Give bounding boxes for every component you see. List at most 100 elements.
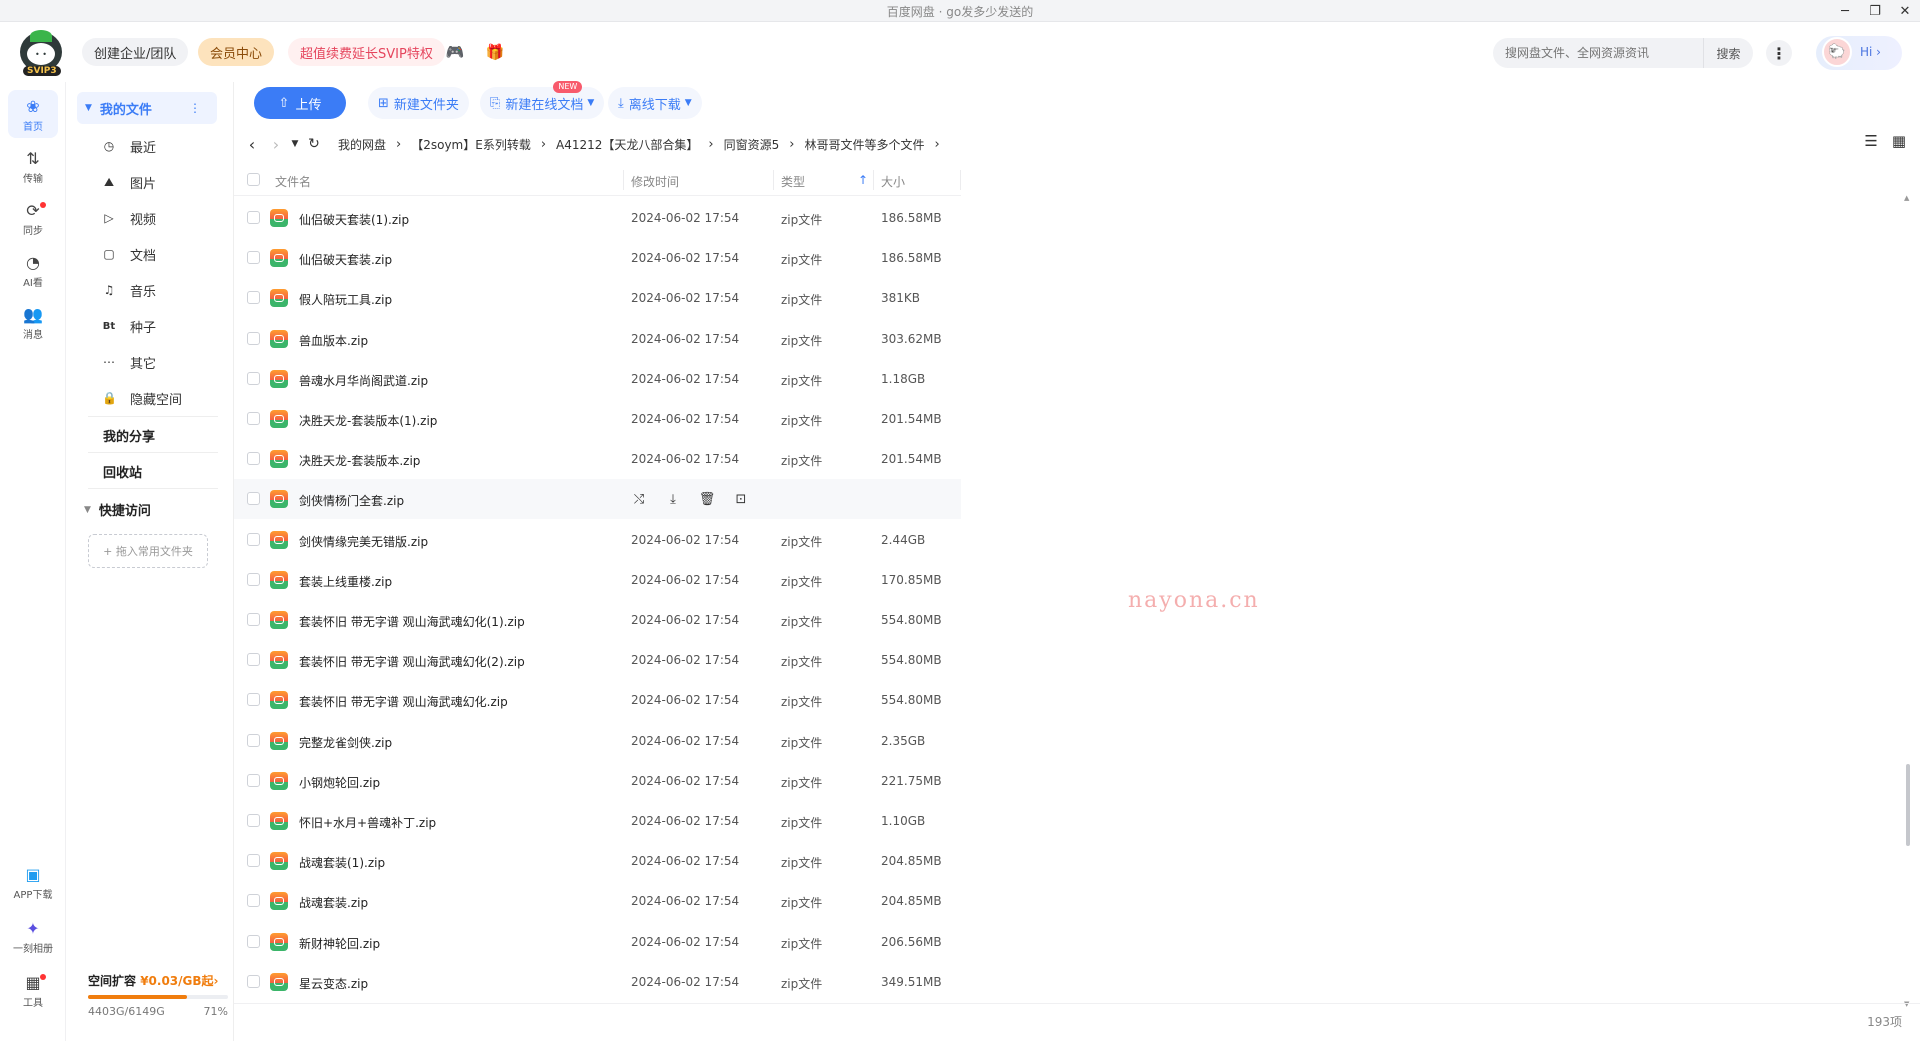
file-name[interactable]: 假人陪玩工具.zip [299, 291, 392, 308]
row-checkbox[interactable] [247, 251, 260, 265]
row-checkbox[interactable] [247, 733, 260, 747]
file-name[interactable]: 新财神轮回.zip [299, 935, 380, 952]
table-row[interactable]: 套装上线重楼.zip 2024-06-02 17:54 zip文件 170.85MB [234, 560, 961, 600]
table-row[interactable]: 决胜天龙-套装版本.zip 2024-06-02 17:54 zip文件 201.54… [234, 439, 961, 479]
row-checkbox[interactable] [247, 693, 260, 707]
row-checkbox[interactable] [247, 532, 260, 546]
row-checkbox[interactable] [247, 854, 260, 868]
file-name[interactable]: 决胜天龙-套装版本(1).zip [299, 412, 437, 429]
breadcrumb-item[interactable]: 同窗资源5 [724, 136, 780, 153]
sort-asc-icon[interactable]: ↑ [858, 173, 868, 187]
nav-item-music[interactable]: ♫ 音乐 [102, 276, 156, 304]
grid-view-icon[interactable]: ▦ [1892, 132, 1906, 150]
quick-access-toggle[interactable]: ▼ 快捷访问 [84, 500, 151, 519]
file-name[interactable]: 套装怀旧 带无字谱 观山海武魂幻化(2).zip [299, 653, 525, 670]
file-name[interactable]: 战魂套装.zip [299, 894, 368, 911]
table-row[interactable]: 仙侣破天套装.zip 2024-06-02 17:54 zip文件 186.58MB [234, 238, 961, 278]
svip-promo-button[interactable]: 超值续费延长SVIP特权 [288, 38, 445, 66]
row-checkbox[interactable] [247, 371, 260, 385]
table-row[interactable]: 套装怀旧 带无字谱 观山海武魂幻化.zip 2024-06-02 17:54 zip… [234, 680, 961, 720]
svip-logo[interactable]: • • SVIP3 [20, 30, 62, 76]
select-all-checkbox[interactable] [247, 173, 260, 186]
more-vertical-icon[interactable]: ⋮ [189, 101, 201, 115]
row-checkbox[interactable] [247, 572, 260, 586]
row-checkbox[interactable] [247, 211, 260, 224]
file-name[interactable]: 星云变态.zip [299, 975, 368, 992]
table-row[interactable]: 套装怀旧 带无字谱 观山海武魂幻化(1).zip 2024-06-02 17:54… [234, 600, 961, 640]
column-size[interactable]: 大小 [881, 173, 905, 190]
table-row[interactable]: 假人陪玩工具.zip 2024-06-02 17:54 zip文件 381KB [234, 278, 961, 318]
table-row[interactable]: 战魂套装.zip 2024-06-02 17:54 zip文件 204.85MB [234, 881, 961, 921]
nav-item-torrents[interactable]: Bt 种子 [102, 312, 156, 340]
breadcrumb-item[interactable]: A41212【天龙八部合集】 [556, 136, 698, 153]
file-name[interactable]: 套装怀旧 带无字谱 观山海武魂幻化.zip [299, 693, 508, 710]
forward-icon[interactable]: › [264, 135, 288, 154]
table-row[interactable]: 套装怀旧 带无字谱 观山海武魂幻化(2).zip 2024-06-02 17:54… [234, 640, 961, 680]
row-checkbox[interactable] [247, 331, 260, 345]
file-name[interactable]: 小钢炮轮回.zip [299, 774, 380, 791]
nav-item-documents[interactable]: ▢ 文档 [102, 240, 156, 268]
search-input[interactable] [1493, 46, 1703, 60]
scrollbar[interactable]: ▲ ▼ [1904, 194, 1912, 1008]
file-name[interactable]: 套装怀旧 带无字谱 观山海武魂幻化(1).zip [299, 613, 525, 630]
share-icon[interactable]: ⤭ [631, 491, 647, 507]
table-row[interactable]: 剑侠情缘完美无错版.zip 2024-06-02 17:54 zip文件 2.44GB [234, 520, 961, 560]
file-name[interactable]: 剑侠情缘完美无错版.zip [299, 533, 428, 550]
column-name[interactable]: 文件名 [275, 173, 311, 190]
table-row[interactable]: 怀旧+水月+兽魂补丁.zip 2024-06-02 17:54 zip文件 1.10G… [234, 801, 961, 841]
table-row[interactable]: 仙侣破天套装(1).zip 2024-06-02 17:54 zip文件 186.58… [234, 198, 961, 238]
rail-item-app-download[interactable]: ▣ APP下载 [8, 858, 58, 906]
more-actions-icon[interactable]: ⊡ [733, 491, 749, 507]
file-name[interactable]: 剑侠情杨门全套.zip [299, 492, 404, 509]
restore-icon[interactable]: ❐ [1860, 0, 1890, 22]
nav-item-other[interactable]: ⋯ 其它 [102, 348, 156, 376]
table-row[interactable]: 剑侠情杨门全套.zip ⤭ ⤓ 🗑 ⊡ [234, 479, 961, 520]
minimize-icon[interactable]: ─ [1830, 0, 1860, 22]
table-row[interactable]: 完整龙雀剑侠.zip 2024-06-02 17:54 zip文件 2.35GB [234, 721, 961, 761]
column-type[interactable]: 类型 [781, 173, 805, 190]
nav-item-videos[interactable]: ▷ 视频 [102, 204, 156, 232]
table-row[interactable]: 战魂套装(1).zip 2024-06-02 17:54 zip文件 204.85MB [234, 841, 961, 881]
storage-panel[interactable]: 空间扩容 ¥0.03/GB起› 4403G/6149G 71% [88, 972, 228, 1018]
gift-icon[interactable]: 🎁 [484, 42, 506, 62]
nav-my-share[interactable]: 我的分享 [103, 426, 155, 445]
scroll-down-icon[interactable]: ▼ [1904, 1000, 1909, 1008]
scroll-up-icon[interactable]: ▲ [1904, 194, 1909, 202]
nav-item-recent[interactable]: ◷ 最近 [102, 132, 156, 160]
row-checkbox[interactable] [247, 412, 260, 425]
nav-item-images[interactable]: ⛰ 图片 [102, 168, 156, 196]
rail-item-message[interactable]: 👥 消息 [8, 298, 58, 346]
gamepad-icon[interactable]: 🎮 [444, 42, 466, 62]
row-checkbox[interactable] [247, 452, 260, 466]
offline-download-button[interactable]: ⤓ 离线下载 ▼ [608, 87, 702, 119]
breadcrumb-item[interactable]: 我的网盘 [338, 136, 386, 153]
file-name[interactable]: 兽血版本.zip [299, 332, 368, 349]
file-name[interactable]: 决胜天龙-套装版本.zip [299, 452, 420, 469]
new-online-doc-button[interactable]: ⎘ 新建在线文档 ▼ NEW [480, 81, 605, 119]
table-row[interactable]: 兽血版本.zip 2024-06-02 17:54 zip文件 303.62MB [234, 319, 961, 359]
row-checkbox[interactable] [247, 814, 260, 827]
breadcrumb-item[interactable]: 【2soym】E系列转载 [411, 136, 531, 153]
table-row[interactable]: 小钢炮轮回.zip 2024-06-02 17:54 zip文件 221.75MB [234, 761, 961, 801]
table-row[interactable]: 新财神轮回.zip 2024-06-02 17:54 zip文件 206.56MB [234, 922, 961, 962]
file-name[interactable]: 完整龙雀剑侠.zip [299, 734, 392, 751]
more-menu-icon[interactable]: ⋮ [1766, 40, 1792, 66]
file-name[interactable]: 仙侣破天套装.zip [299, 251, 392, 268]
table-row[interactable]: 兽魂水月华尚阁武道.zip 2024-06-02 17:54 zip文件 1.18GB [234, 359, 961, 399]
row-checkbox[interactable] [247, 291, 260, 305]
quick-access-drop-zone[interactable]: + 拖入常用文件夹 [88, 534, 208, 568]
file-name[interactable]: 套装上线重楼.zip [299, 573, 392, 590]
user-profile[interactable]: 🐑 Hi › [1816, 36, 1902, 70]
download-icon[interactable]: ⤓ [665, 491, 681, 507]
table-row[interactable]: 星云变态.zip 2024-06-02 17:54 zip文件 349.51MB [234, 962, 961, 998]
column-date[interactable]: 修改时间 [631, 173, 679, 190]
refresh-icon[interactable]: ↻ [302, 136, 326, 152]
row-checkbox[interactable] [247, 974, 260, 988]
row-checkbox[interactable] [247, 613, 260, 626]
table-row[interactable]: 决胜天龙-套装版本(1).zip 2024-06-02 17:54 zip文件 201… [234, 399, 961, 439]
row-checkbox[interactable] [247, 492, 260, 506]
create-team-button[interactable]: 创建企业/团队 [82, 38, 189, 66]
row-checkbox[interactable] [247, 773, 260, 787]
rail-item-sync[interactable]: ⟳ 同步 [8, 194, 58, 242]
back-icon[interactable]: ‹ [240, 135, 264, 154]
